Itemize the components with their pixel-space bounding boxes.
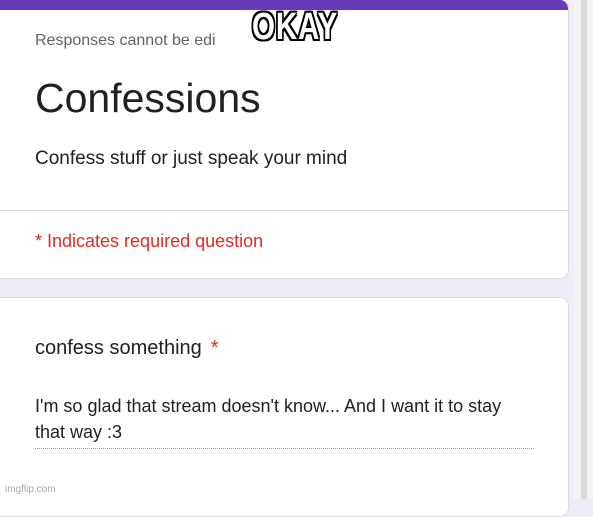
page-scrollbar[interactable] <box>574 0 593 499</box>
required-asterisk: * <box>210 337 219 359</box>
imgflip-watermark: imgflip.com <box>5 484 56 495</box>
form-description: Confess stuff or just speak your mind <box>35 148 348 169</box>
question-title: confess something * <box>35 337 219 360</box>
scrollbar-track[interactable] <box>581 0 587 499</box>
question-card: confess something * I'm so glad that stre… <box>0 297 569 517</box>
answer-field[interactable]: I'm so glad that stream doesn't know... … <box>35 393 535 445</box>
meme-caption: OKAY <box>251 6 339 48</box>
edit-notice: Responses cannot be edi <box>35 32 216 49</box>
header-divider <box>0 210 568 211</box>
question-title-text: confess something <box>35 337 202 359</box>
answer-field-underline <box>35 448 534 449</box>
form-title: Confessions <box>35 75 261 121</box>
required-question-note: * Indicates required question <box>35 231 264 251</box>
